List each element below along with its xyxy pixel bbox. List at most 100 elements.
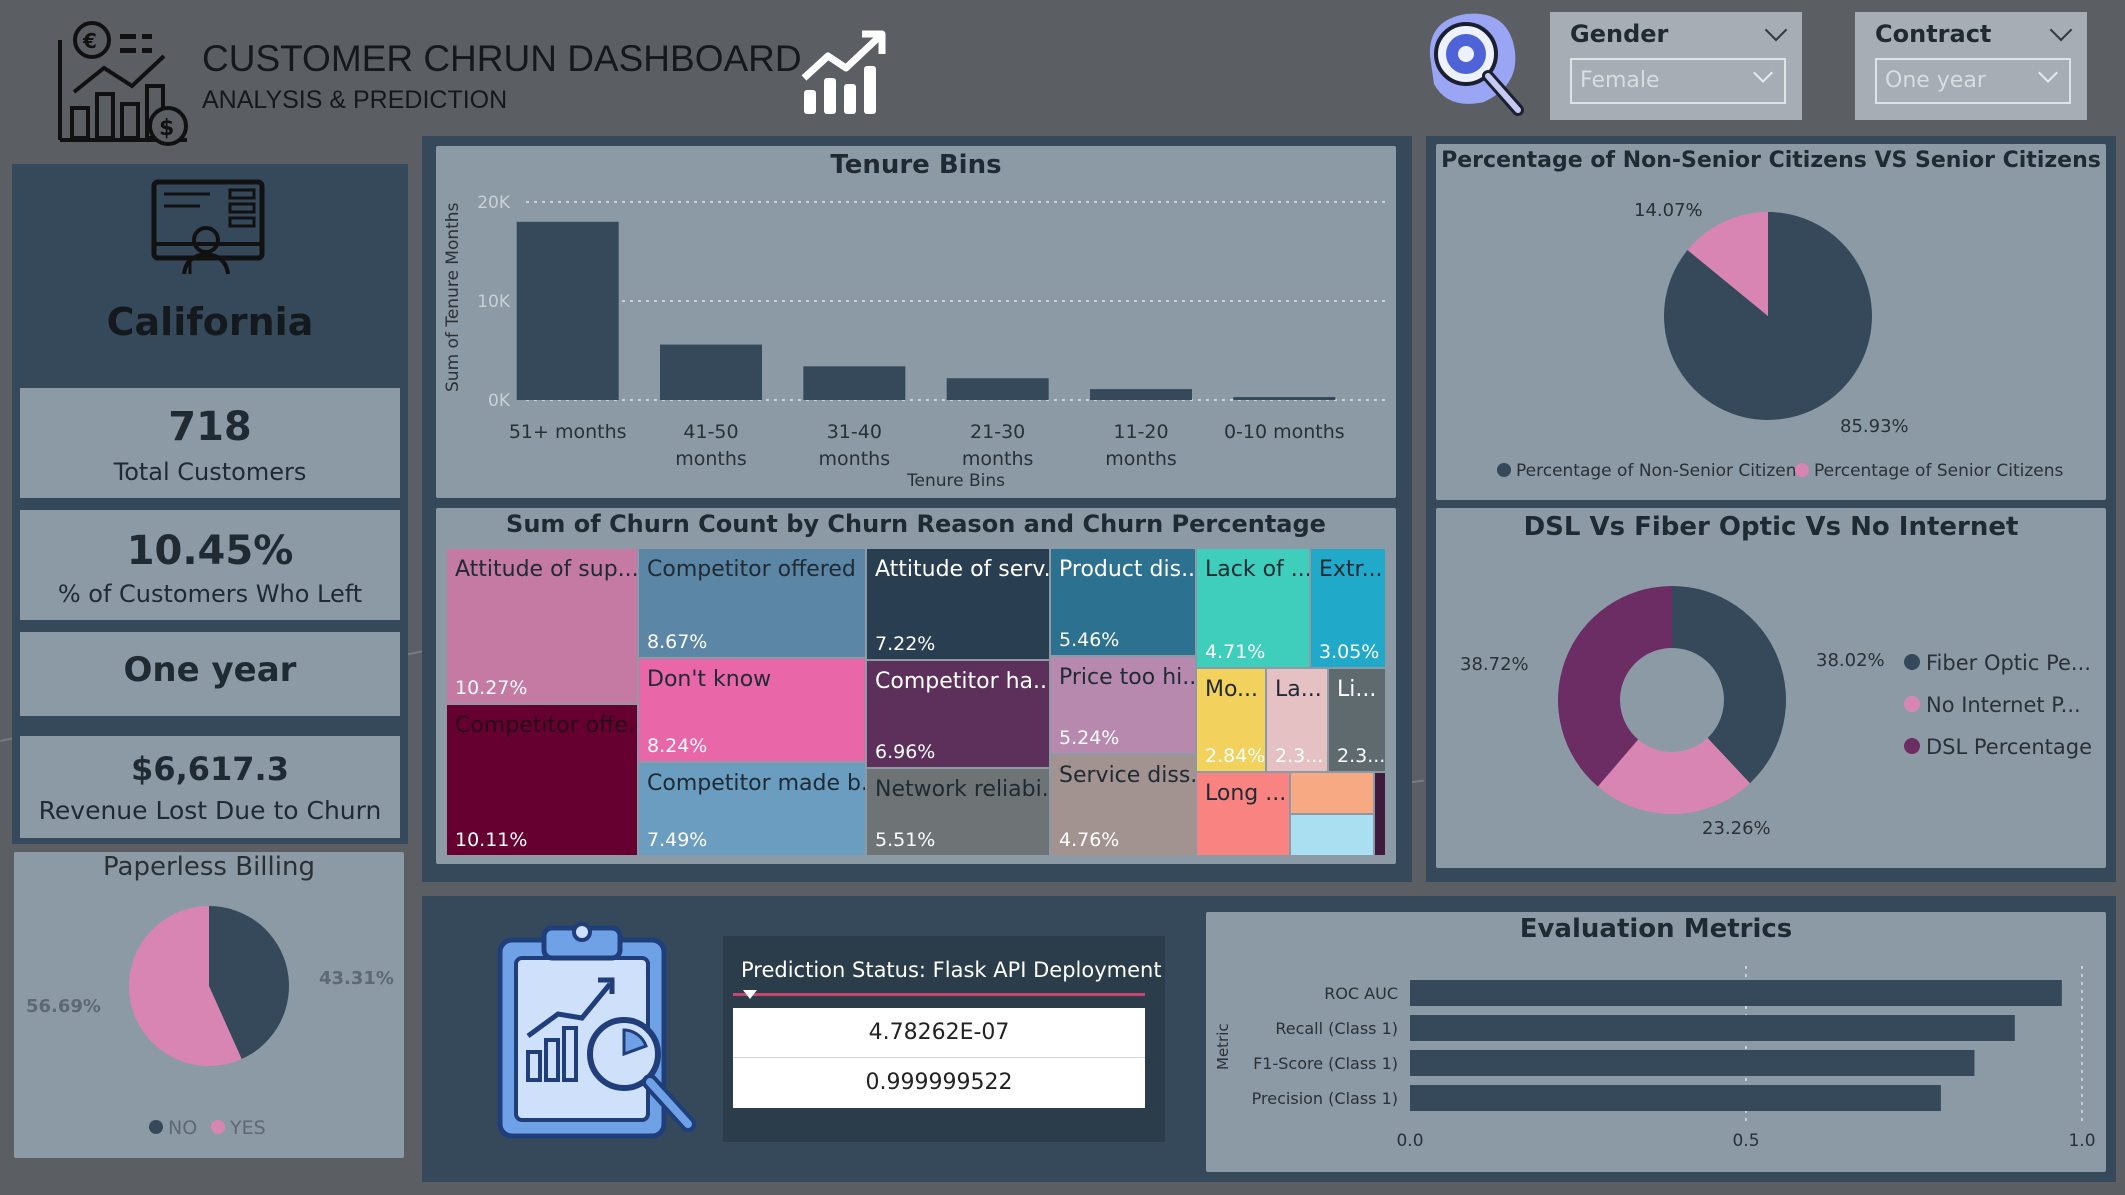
treemap-cell-value: 4.76% <box>1059 829 1120 851</box>
chevron-down-icon[interactable] <box>2049 18 2073 42</box>
svg-text:€: € <box>82 29 97 53</box>
treemap-cell[interactable]: Don't know 8.24% <box>638 658 866 762</box>
x-tick-label: 41-50 <box>683 421 738 443</box>
treemap-cell-label: La... <box>1275 677 1322 702</box>
treemap-cell[interactable]: Product dis... 5.46% <box>1050 548 1196 656</box>
treemap-cell[interactable]: Competitor offered ... 8.67% <box>638 548 866 658</box>
x-tick-label: 0-10 months <box>1224 421 1345 443</box>
sort-down-icon[interactable] <box>743 990 757 999</box>
treemap-cell[interactable]: Competitor made b... 7.49% <box>638 762 866 856</box>
treemap-title: Sum of Churn Count by Churn Reason and C… <box>506 510 1326 538</box>
bar[interactable] <box>1090 389 1192 400</box>
bar[interactable] <box>1410 980 2062 1006</box>
treemap-cell[interactable]: Attitude of serv... 7.22% <box>866 548 1050 660</box>
treemap-cell[interactable]: Extr... 3.05% <box>1310 548 1386 668</box>
legend-marker <box>1904 696 1920 712</box>
legend-label-fiber: Fiber Optic Pe... <box>1926 651 2091 675</box>
x-tick-label: months <box>1105 448 1177 470</box>
contract-slicer-label: Contract <box>1875 20 1992 48</box>
legend-marker <box>211 1120 225 1134</box>
treemap-cell[interactable]: Long ... <box>1196 772 1290 856</box>
chevron-down-icon[interactable] <box>1764 18 1788 42</box>
gender-slicer: Gender Female <box>1550 12 1802 120</box>
revenue-lost-label: Revenue Lost Due to Churn <box>38 796 382 825</box>
donut-data-label: 38.02% <box>1816 650 1885 671</box>
gender-selected-value: Female <box>1580 68 1660 93</box>
treemap-cell[interactable]: Network reliabi... 5.51% <box>866 768 1050 856</box>
x-tick-label: months <box>962 448 1034 470</box>
x-tick-label: months <box>675 448 747 470</box>
treemap-cell-value: 7.22% <box>875 633 936 655</box>
bar[interactable] <box>516 221 619 400</box>
legend-marker <box>1795 463 1809 477</box>
bar[interactable] <box>1233 397 1336 400</box>
treemap-cell-label: Li... <box>1337 677 1377 702</box>
x-axis-title: Tenure Bins <box>906 471 1005 491</box>
treemap-cell[interactable]: Service diss... 4.76% <box>1050 754 1196 856</box>
treemap-cell[interactable]: Attitude of sup... 10.27% <box>446 548 638 704</box>
pie-data-label: 85.93% <box>1840 416 1909 437</box>
evaluation-metrics-visual: Evaluation Metrics Metric 0.0 0.5 1.0 ROC A… <box>1206 912 2106 1172</box>
internet-type-donut: 38.72% 38.02% 23.26% Fiber Optic Pe... N… <box>1460 586 2092 839</box>
bar[interactable] <box>1410 1015 2015 1041</box>
prediction-table-header[interactable]: Prediction Status: Flask API Deployment <box>733 946 1162 999</box>
gender-dropdown[interactable]: Female <box>1570 58 1786 104</box>
treemap-cell-label: Long ... <box>1205 781 1287 806</box>
tenure-bar-chart: Sum of Tenure Months Tenure Bins 20K 10K 0… <box>443 193 1386 491</box>
legend-label-senior: Percentage of Senior Citizens <box>1814 461 2064 481</box>
x-tick-label: 11-20 <box>1113 421 1168 443</box>
treemap-cell[interactable] <box>1290 814 1374 856</box>
contract-selected-value: One year <box>1885 68 1986 93</box>
treemap-cell[interactable]: La... 2.3... <box>1266 668 1328 772</box>
legend-marker <box>1904 738 1920 754</box>
treemap-cell[interactable]: Competitor ha... 6.96% <box>866 660 1050 768</box>
dashboard-logo-icon: € $ <box>52 20 192 148</box>
state-name: California <box>106 300 314 344</box>
legend-label-dsl: DSL Percentage <box>1926 735 2092 759</box>
treemap-cell-value: 5.51% <box>875 829 936 851</box>
treemap-cell-label: Network reliabi... <box>875 777 1050 802</box>
treemap-cell-value: 7.49% <box>647 829 708 851</box>
legend-label-no-internet: No Internet P... <box>1926 693 2081 717</box>
table-row: 4.78262E-07 <box>733 1008 1145 1058</box>
treemap-cell-label: Competitor made b... <box>647 771 866 796</box>
treemap-cell[interactable]: Price too hi... 5.24% <box>1050 656 1196 754</box>
treemap-cell[interactable]: Li... 2.3... <box>1328 668 1386 772</box>
bar[interactable] <box>946 378 1049 400</box>
x-tick-label: months <box>819 448 891 470</box>
treemap-cell-label: Mo... <box>1205 677 1259 702</box>
treemap-cell[interactable]: Lack of ... 4.71% <box>1196 548 1310 668</box>
prediction-table: Prediction Status: Flask API Deployment … <box>723 936 1165 1142</box>
legend-label-no: NO <box>168 1117 197 1139</box>
treemap-cell-label: Lack of ... <box>1205 557 1310 582</box>
donut-data-label: 23.26% <box>1702 818 1771 839</box>
growth-chart-icon <box>800 28 890 118</box>
treemap-cell-value: 4.71% <box>1205 641 1266 663</box>
bar[interactable] <box>1410 1085 1941 1111</box>
report-analysis-icon <box>494 918 704 1142</box>
bar[interactable] <box>803 366 906 400</box>
y-tick-label: 0K <box>488 391 511 411</box>
treemap-cell[interactable]: Competitor offe... 10.11% <box>446 704 638 856</box>
tenure-bins-visual: Tenure Bins Sum of Tenure Months Tenure … <box>436 146 1396 498</box>
y-tick-label: Recall (Class 1) <box>1275 1019 1398 1038</box>
treemap-cell[interactable]: Mo... 2.84% <box>1196 668 1266 772</box>
contract-dropdown[interactable]: One year <box>1875 58 2071 104</box>
treemap-cell-value: 2.3... <box>1275 745 1324 767</box>
senior-citizens-pie: 14.07% 85.93% Percentage of Non-Senior C… <box>1497 200 2064 481</box>
treemap-cell-value: 5.24% <box>1059 727 1120 749</box>
bar[interactable] <box>660 344 762 400</box>
prediction-header-label: Prediction Status: Flask API Deployment <box>741 958 1162 982</box>
revenue-lost-value: $6,617.3 <box>131 750 289 788</box>
y-axis-title: Sum of Tenure Months <box>443 202 463 392</box>
treemap-cell[interactable] <box>1290 772 1374 814</box>
treemap-cell[interactable] <box>1374 772 1386 856</box>
treemap-cell-label: Price too hi... <box>1059 665 1196 690</box>
customer-icon <box>150 178 266 278</box>
x-tick-label: 51+ months <box>509 421 627 443</box>
bar[interactable] <box>1410 1050 1975 1076</box>
treemap-cell-label: Competitor offe... <box>455 713 638 738</box>
table-row: 0.999999522 <box>733 1058 1145 1108</box>
treemap-cell-value: 2.84% <box>1205 745 1266 767</box>
treemap-cell-label: Don't know <box>647 667 772 692</box>
